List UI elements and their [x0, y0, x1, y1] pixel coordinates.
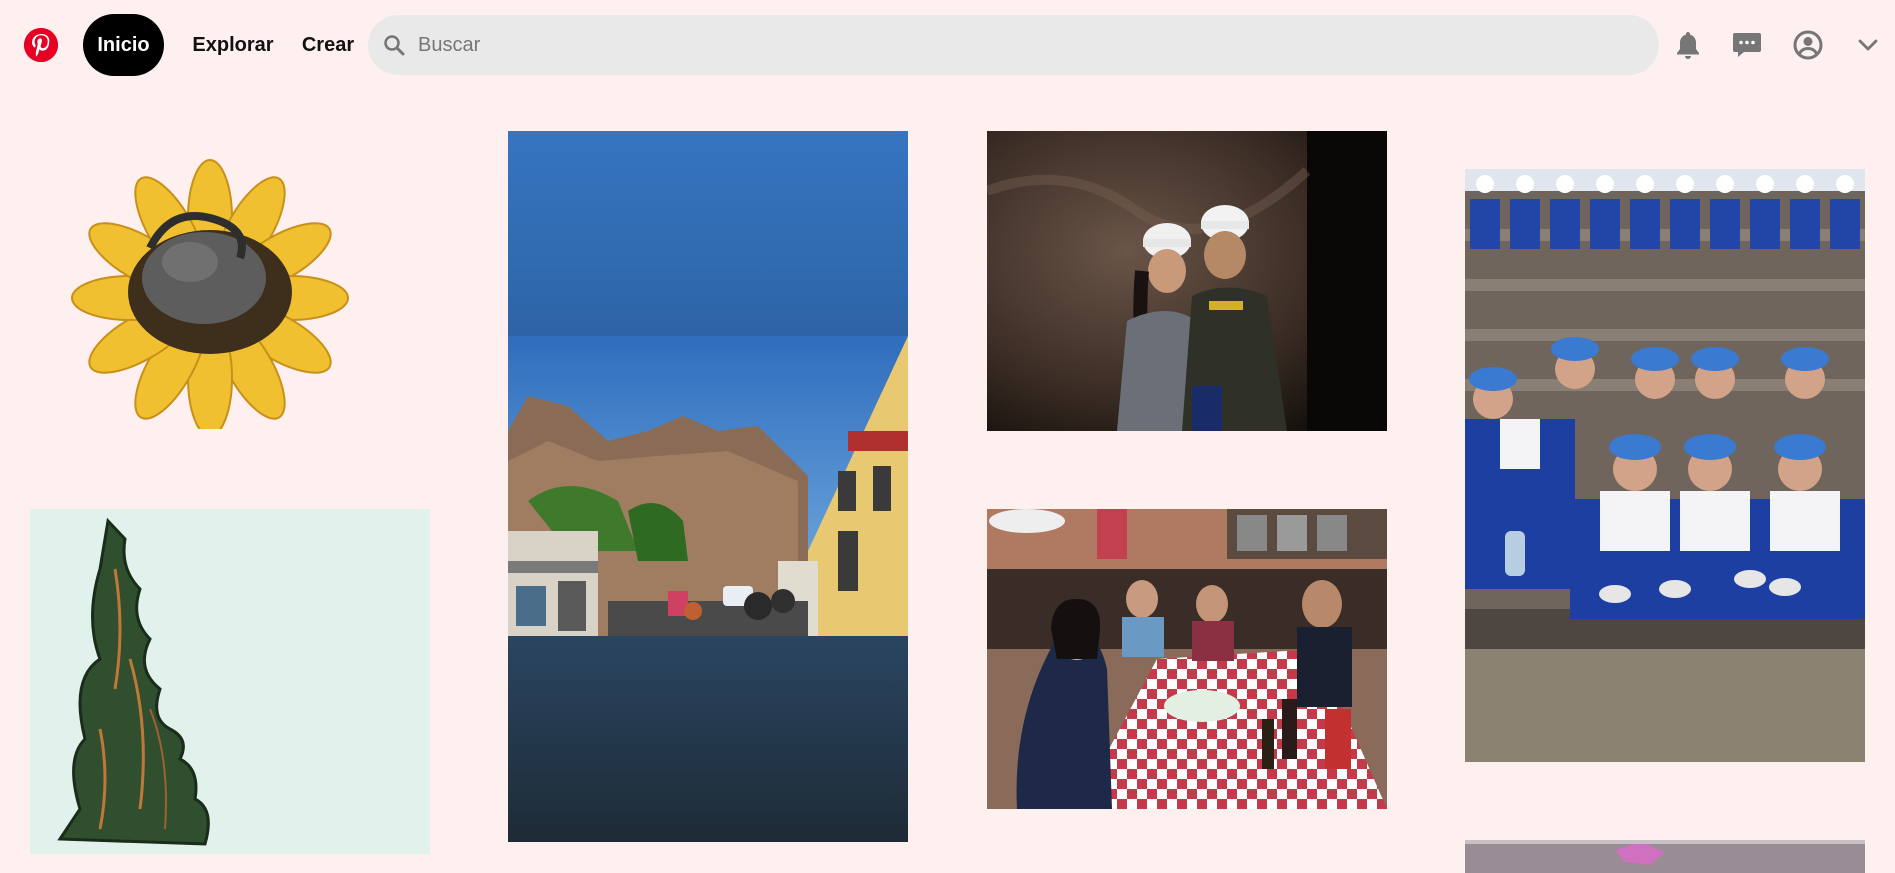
top-header: Inicio Explorar Crear — [0, 0, 1895, 90]
pin-restaurant-group[interactable] — [987, 509, 1387, 809]
nav-create-link[interactable]: Crear — [293, 14, 363, 76]
pin-partial-bottom[interactable] — [1465, 840, 1865, 873]
chat-icon[interactable] — [1727, 25, 1767, 65]
nav-home-button[interactable]: Inicio — [83, 14, 164, 76]
pin-sunflower-sculpture[interactable] — [30, 131, 430, 429]
bell-icon[interactable] — [1668, 25, 1708, 65]
pinterest-logo-icon[interactable] — [24, 28, 58, 62]
pin-cave-couple[interactable] — [987, 131, 1387, 431]
pin-mountain-town-street[interactable] — [508, 131, 908, 842]
search-icon — [384, 35, 405, 56]
search-input[interactable] — [418, 15, 1618, 75]
pin-flame-sculpture[interactable] — [30, 509, 430, 854]
chevron-down-icon[interactable] — [1848, 25, 1888, 65]
nav-explore-link[interactable]: Explorar — [178, 14, 288, 76]
user-icon[interactable] — [1788, 25, 1828, 65]
pin-schoolchildren-steps[interactable] — [1465, 169, 1865, 762]
search-bar — [368, 15, 1659, 75]
